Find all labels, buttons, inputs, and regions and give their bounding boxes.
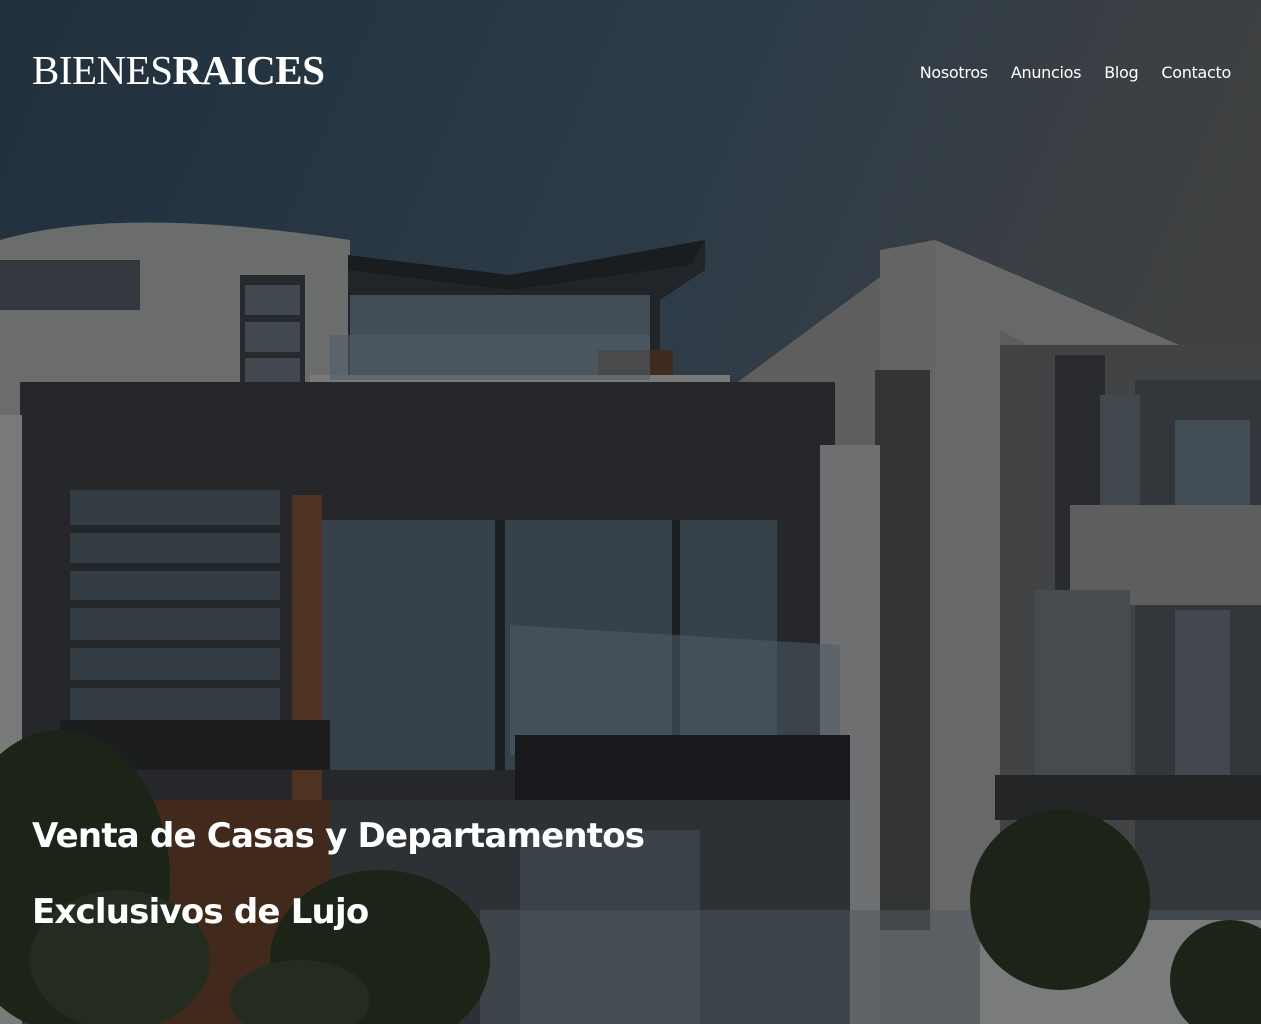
hero-text: Venta de Casas y Departamentos Exclusivo… [32, 810, 645, 938]
brand-logo-light: BIENES [32, 47, 173, 93]
site-header: BIENESRAICES Nosotros Anuncios Blog Cont… [0, 0, 1261, 140]
nav-link-anuncios[interactable]: Anuncios [1011, 62, 1082, 84]
brand-logo[interactable]: BIENESRAICES [32, 46, 325, 94]
brand-logo-strong: RAICES [172, 47, 325, 93]
hero-title: Venta de Casas y Departamentos [32, 816, 645, 856]
hero-subtitle: Exclusivos de Lujo [32, 892, 369, 932]
main-navigation: Nosotros Anuncios Blog Contacto [920, 62, 1232, 84]
nav-link-contacto[interactable]: Contacto [1161, 62, 1231, 84]
nav-link-nosotros[interactable]: Nosotros [920, 62, 988, 84]
nav-link-blog[interactable]: Blog [1104, 62, 1138, 84]
